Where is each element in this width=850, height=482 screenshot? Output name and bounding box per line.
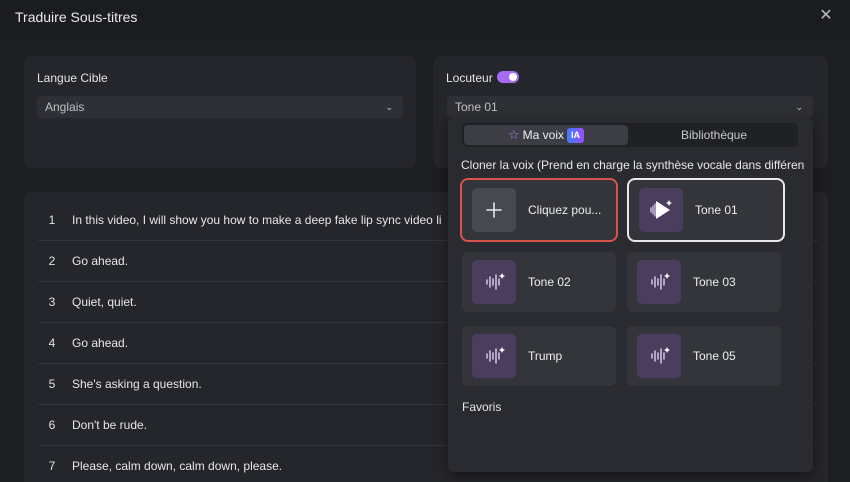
speaker-select[interactable]: Tone 01 ⌄ — [447, 96, 813, 118]
row-text: She's asking a question. — [72, 377, 202, 391]
target-language-label: Langue Cible — [37, 71, 108, 85]
target-language-value: Anglais — [45, 100, 85, 114]
plus-icon — [472, 188, 516, 232]
row-text: Don't be rude. — [72, 418, 148, 432]
voice-card-tone-02[interactable]: Tone 02 — [462, 252, 616, 312]
sound-wave-icon — [637, 334, 681, 378]
voice-card-tone-01[interactable]: Tone 01 — [629, 180, 783, 240]
tab-label: Ma voix — [522, 128, 564, 142]
voice-dropdown: ☆ Ma voix IA Bibliothèque Cloner la voix (… — [448, 118, 813, 472]
target-language-select[interactable]: Anglais ⌄ — [37, 96, 403, 118]
star-icon: ☆ — [508, 127, 520, 142]
row-text: Go ahead. — [72, 336, 129, 350]
row-number: 5 — [48, 377, 56, 391]
speaker-label: Locuteur — [446, 71, 493, 85]
speaker-value: Tone 01 — [455, 100, 498, 114]
close-icon[interactable]: ✕ — [817, 7, 835, 25]
voice-card-tone-05[interactable]: Tone 05 — [627, 326, 781, 386]
sound-wave-icon — [637, 260, 681, 304]
row-text: In this video, I will show you how to ma… — [72, 213, 442, 227]
voice-card-name: Tone 03 — [693, 275, 736, 289]
row-text: Please, calm down, calm down, please. — [72, 459, 283, 473]
play-sparkle-icon — [639, 188, 683, 232]
row-number: 2 — [48, 254, 56, 268]
ai-badge: IA — [567, 128, 584, 143]
voice-card-name: Cliquez pou... — [528, 203, 602, 217]
row-text: Quiet, quiet. — [72, 295, 137, 309]
row-number: 3 — [48, 295, 56, 309]
sound-wave-icon — [472, 334, 516, 378]
voice-card-tone-03[interactable]: Tone 03 — [627, 252, 781, 312]
row-number: 4 — [48, 336, 56, 350]
row-text: Go ahead. — [72, 254, 129, 268]
voice-card-name: Trump — [528, 349, 563, 363]
row-number: 7 — [48, 459, 56, 473]
voice-card-trump[interactable]: Trump — [462, 326, 616, 386]
voice-card-name: Tone 02 — [528, 275, 571, 289]
favorites-label: Favoris — [462, 400, 502, 414]
chevron-down-icon: ⌄ — [385, 102, 393, 112]
window-title: Traduire Sous-titres — [15, 9, 138, 25]
row-number: 6 — [48, 418, 56, 432]
title-bar: Traduire Sous-titres ✕ — [0, 0, 850, 34]
speaker-toggle[interactable] — [497, 71, 519, 83]
voice-card-clone[interactable]: Cliquez pou... — [462, 180, 616, 240]
clone-voice-label: Cloner la voix (Prend en charge la synth… — [461, 158, 805, 172]
tab-my-voice[interactable]: ☆ Ma voix IA — [464, 125, 628, 145]
toggle-knob — [509, 73, 517, 81]
voice-tabs: ☆ Ma voix IA Bibliothèque — [462, 123, 798, 147]
tab-library[interactable]: Bibliothèque — [632, 125, 796, 145]
voice-card-name: Tone 05 — [693, 349, 736, 363]
sound-wave-icon — [472, 260, 516, 304]
target-language-panel: Langue Cible Anglais ⌄ — [24, 56, 416, 168]
voice-card-name: Tone 01 — [695, 203, 738, 217]
chevron-down-icon: ⌄ — [795, 102, 803, 112]
row-number: 1 — [48, 213, 56, 227]
